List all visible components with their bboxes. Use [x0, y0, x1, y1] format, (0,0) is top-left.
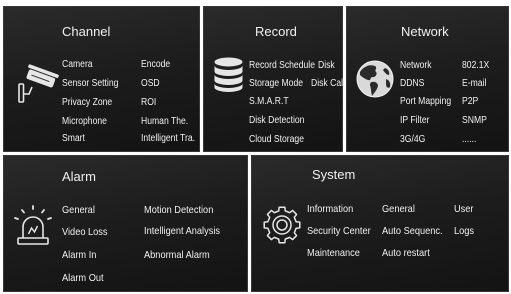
- alarm-item-video-loss[interactable]: Video Loss: [62, 226, 108, 238]
- camera-wall-plate: [18, 83, 25, 103]
- camera-body: [26, 64, 59, 88]
- record-item-disk[interactable]: Disk: [318, 60, 335, 72]
- channel-item-microphone[interactable]: Microphone: [62, 116, 107, 128]
- channel-item-sensor-setting[interactable]: Sensor Setting: [62, 78, 118, 90]
- alarm-item-abnormal-alarm[interactable]: Abnormal Alarm: [144, 249, 210, 261]
- network-item-p2p[interactable]: P2P: [462, 96, 478, 108]
- record-item-disk-cal[interactable]: Disk Cal.: [311, 78, 343, 90]
- cctv-camera-svg: [18, 64, 59, 103]
- siren-bolt: [27, 225, 39, 235]
- record-title: Record: [255, 24, 297, 39]
- record-item-disk-detection[interactable]: Disk Detection: [249, 115, 304, 127]
- alarm-siren-svg: [14, 205, 52, 245]
- siren-ray-left: [21, 209, 25, 214]
- channel-item-roi[interactable]: ROI: [141, 97, 156, 109]
- alarm-item-motion-detection[interactable]: Motion Detection: [144, 204, 213, 216]
- camera-arm: [23, 86, 33, 95]
- database-band-2: [214, 74, 243, 85]
- siren-ray-far-right: [47, 217, 52, 220]
- record-item-storage-mode[interactable]: Storage Mode: [249, 78, 303, 90]
- system-item-maintenance[interactable]: Maintenance: [307, 247, 360, 259]
- channel-title: Channel: [62, 24, 111, 39]
- channel-tile: Channel Camera Encode Sensor Setting OSD…: [3, 6, 200, 152]
- network-item-ip-filter[interactable]: IP Filter: [400, 115, 429, 127]
- network-item-802-1x[interactable]: 802.1X: [462, 60, 489, 72]
- gear-outline: [263, 206, 301, 244]
- alarm-item-intelligent-analysis[interactable]: Intelligent Analysis: [144, 225, 220, 237]
- record-tile: Record Record Schedule Disk Storage Mode…: [203, 6, 343, 152]
- network-item-network[interactable]: Network: [400, 60, 432, 72]
- system-item-auto-restart[interactable]: Auto restart: [382, 247, 430, 259]
- alarm-tile: Alarm General Motion Detection Video Los…: [3, 155, 248, 292]
- channel-item-intelligent-tra[interactable]: Intelligent Tra.: [141, 133, 195, 145]
- network-item-snmp[interactable]: SNMP: [462, 115, 487, 127]
- globe-svg: [356, 60, 394, 98]
- record-item-smart[interactable]: S.M.A.R.T: [249, 96, 289, 108]
- channel-item-human-the[interactable]: Human The.: [141, 116, 188, 128]
- siren-ray-far-left: [14, 217, 19, 220]
- channel-item-privacy-zone[interactable]: Privacy Zone: [62, 97, 112, 109]
- system-item-user[interactable]: User: [454, 203, 474, 215]
- gear-hub: [276, 219, 288, 231]
- cctv-camera-icon: [17, 64, 59, 104]
- channel-item-encode[interactable]: Encode: [141, 59, 170, 71]
- database-top: [214, 57, 243, 67]
- database-svg: [214, 57, 243, 92]
- system-item-general[interactable]: General: [382, 203, 415, 215]
- system-item-security-center[interactable]: Security Center: [307, 225, 371, 237]
- database-icon: [213, 57, 244, 93]
- alarm-item-alarm-out[interactable]: Alarm Out: [62, 272, 104, 284]
- network-item-more[interactable]: ......: [462, 134, 476, 146]
- network-item-port-mapping[interactable]: Port Mapping: [400, 96, 451, 108]
- network-item-3g-4g[interactable]: 3G/4G: [400, 134, 425, 146]
- channel-item-smart[interactable]: Smart: [62, 133, 85, 145]
- gear-svg: [263, 206, 301, 244]
- system-item-information[interactable]: Information: [307, 203, 353, 215]
- system-tile: System Information General User Security…: [251, 155, 509, 292]
- record-item-record-schedule[interactable]: Record Schedule: [249, 60, 315, 72]
- siren-base: [17, 237, 49, 245]
- siren-dome: [22, 216, 44, 238]
- network-item-ddns[interactable]: DDNS: [400, 78, 424, 90]
- database-band-1: [214, 65, 243, 76]
- record-item-cloud-storage[interactable]: Cloud Storage: [249, 134, 304, 146]
- gear-icon: [261, 204, 303, 246]
- alarm-siren-icon: [12, 203, 54, 246]
- network-item-email[interactable]: E-mail: [462, 78, 486, 90]
- alarm-item-general[interactable]: General: [62, 204, 95, 216]
- channel-item-camera[interactable]: Camera: [62, 59, 93, 71]
- siren-ray-right: [41, 209, 45, 214]
- system-item-logs[interactable]: Logs: [454, 225, 474, 237]
- globe-icon: [355, 59, 395, 99]
- top-strip: [0, 0, 511, 5]
- network-tile: Network Network 802.1X DDNS E-mail Port …: [346, 6, 509, 152]
- network-title: Network: [401, 24, 449, 39]
- alarm-item-alarm-in[interactable]: Alarm In: [62, 249, 96, 261]
- alarm-title: Alarm: [62, 169, 96, 184]
- channel-item-osd[interactable]: OSD: [141, 78, 160, 90]
- gear-ring: [272, 215, 292, 235]
- system-title: System: [312, 167, 356, 182]
- system-item-auto-sequence[interactable]: Auto Sequenc.: [382, 225, 443, 237]
